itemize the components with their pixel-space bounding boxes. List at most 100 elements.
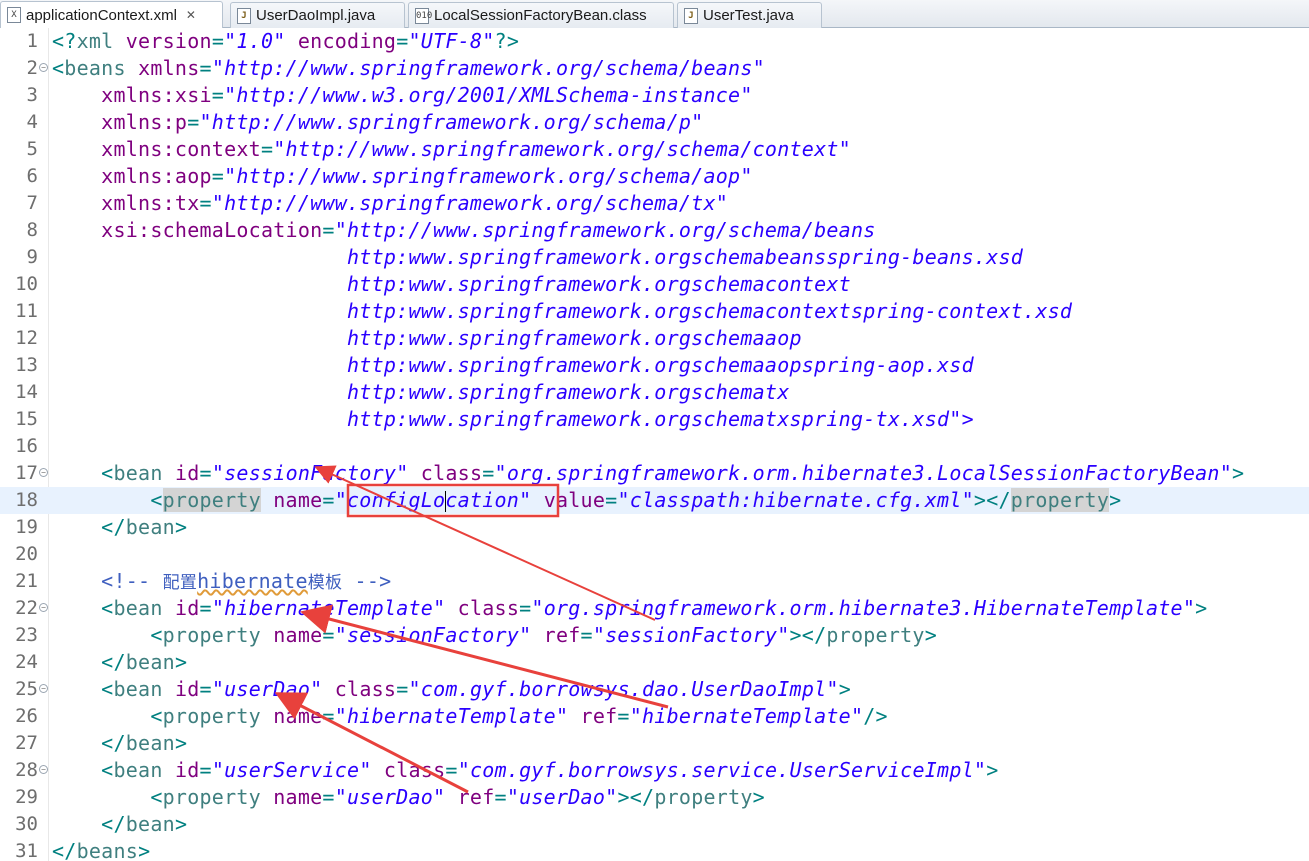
tab-localsessionfactorybean-class[interactable]: 010 LocalSessionFactoryBean.class: [408, 2, 674, 28]
code-text: <bean id="hibernateTemplate" class="org.…: [101, 596, 1208, 620]
code-line[interactable]: 27 </bean>: [0, 730, 1309, 757]
code-text: </bean>: [101, 812, 188, 836]
fold-toggle-icon[interactable]: −: [39, 684, 48, 693]
code-line[interactable]: 29 <property name="userDao" ref="userDao…: [0, 784, 1309, 811]
line-number: 1: [26, 30, 38, 52]
code-line[interactable]: 23 <property name="sessionFactory" ref="…: [0, 622, 1309, 649]
line-number: 4: [26, 111, 38, 133]
code-text: <property name="configLocation" value="c…: [150, 488, 1122, 512]
xml-file-icon: X: [7, 7, 21, 23]
line-number: 15: [15, 408, 38, 430]
code-line[interactable]: 21 <!-- 配置hibernate模板 -->: [0, 568, 1309, 595]
fold-toggle-icon[interactable]: −: [39, 603, 48, 612]
code-text: http:www.springframework.orgschematx: [346, 380, 790, 404]
line-number: 10: [15, 273, 38, 295]
code-text: xsi:schemaLocation="http://www.springfra…: [101, 218, 876, 242]
code-line[interactable]: 14 http:www.springframework.orgschematx: [0, 379, 1309, 406]
code-line[interactable]: 15 http:www.springframework.orgschematxs…: [0, 406, 1309, 433]
line-number: 20: [15, 543, 38, 565]
line-number: 17: [15, 462, 38, 484]
code-line[interactable]: 17− <bean id="sessionFactory" class="org…: [0, 460, 1309, 487]
xml-source-editor[interactable]: 1 <?xml version="1.0" encoding="UTF-8"?> 2…: [0, 28, 1309, 861]
code-text: http:www.springframework.orgschematxspri…: [346, 407, 974, 431]
line-number: 30: [15, 813, 38, 835]
line-number: 24: [15, 651, 38, 673]
code-text: http:www.springframework.orgschemaaopspr…: [346, 353, 974, 377]
line-number: 2: [26, 57, 38, 79]
code-text: xmlns:aop="http://www.springframework.or…: [101, 164, 753, 188]
java-file-icon: J: [237, 7, 251, 24]
code-line[interactable]: 8 xsi:schemaLocation="http://www.springf…: [0, 217, 1309, 244]
code-line[interactable]: 1 <?xml version="1.0" encoding="UTF-8"?>: [0, 28, 1309, 55]
java-file-icon: J: [684, 7, 698, 24]
code-text: xmlns:p="http://www.springframework.org/…: [101, 110, 704, 134]
line-number: 7: [26, 192, 38, 214]
line-number: 25: [15, 678, 38, 700]
line-number: 27: [15, 732, 38, 754]
line-number: 5: [26, 138, 38, 160]
line-number: 8: [26, 219, 38, 241]
code-text: </bean>: [101, 731, 188, 755]
close-tab-icon[interactable]: ✕: [186, 8, 196, 22]
tab-usertest-java[interactable]: J UserTest.java: [677, 2, 822, 28]
code-line[interactable]: 25− <bean id="userDao" class="com.gyf.bo…: [0, 676, 1309, 703]
code-text: <property name="hibernateTemplate" ref="…: [150, 704, 888, 728]
line-number: 29: [15, 786, 38, 808]
code-line[interactable]: 30 </bean>: [0, 811, 1309, 838]
line-number: 31: [15, 840, 38, 861]
fold-toggle-icon[interactable]: −: [39, 63, 48, 72]
code-line[interactable]: 2− <beans xmlns="http://www.springframewo…: [0, 55, 1309, 82]
code-line[interactable]: 26 <property name="hibernateTemplate" re…: [0, 703, 1309, 730]
code-text: xmlns:tx="http://www.springframework.org…: [101, 191, 729, 215]
code-line[interactable]: 9 http:www.springframework.orgschemabean…: [0, 244, 1309, 271]
code-text: <?xml version="1.0" encoding="UTF-8"?>: [52, 29, 520, 53]
code-text: http:www.springframework.orgschemaaop: [346, 326, 802, 350]
fold-toggle-icon[interactable]: −: [39, 468, 48, 477]
code-line[interactable]: 12 http:www.springframework.orgschemaaop: [0, 325, 1309, 352]
tab-label: UserDaoImpl.java: [256, 7, 376, 24]
code-line[interactable]: 28− <bean id="userService" class="com.gy…: [0, 757, 1309, 784]
line-number: 28: [15, 759, 38, 781]
code-line[interactable]: 24 </bean>: [0, 649, 1309, 676]
tab-applicationcontext-xml[interactable]: X applicationContext.xml ✕: [0, 1, 223, 28]
line-number: 3: [26, 84, 38, 106]
code-text: xmlns:context="http://www.springframewor…: [101, 137, 851, 161]
code-text: <beans xmlns="http://www.springframework…: [52, 56, 765, 80]
code-text: http:www.springframework.orgschemacontex…: [346, 299, 1073, 323]
code-line[interactable]: 13 http:www.springframework.orgschemaaop…: [0, 352, 1309, 379]
code-line[interactable]: 16: [0, 433, 1309, 460]
editor-tab-bar: X applicationContext.xml ✕ J UserDaoImpl…: [0, 0, 1309, 28]
code-line[interactable]: 4 xmlns:p="http://www.springframework.or…: [0, 109, 1309, 136]
code-line[interactable]: 22− <bean id="hibernateTemplate" class="…: [0, 595, 1309, 622]
line-number: 19: [15, 516, 38, 538]
code-line[interactable]: 18 <property name="configLocation" value…: [0, 487, 1309, 514]
line-number: 12: [15, 327, 38, 349]
tab-userdaoimpl-java[interactable]: J UserDaoImpl.java: [230, 2, 405, 28]
class-file-icon: 010: [415, 7, 432, 24]
tab-label: applicationContext.xml: [26, 6, 177, 24]
code-line[interactable]: 3 xmlns:xsi="http://www.w3.org/2001/XMLS…: [0, 82, 1309, 109]
line-number: 9: [26, 246, 38, 268]
code-line[interactable]: 31 </beans>: [0, 838, 1309, 861]
line-number: 26: [15, 705, 38, 727]
fold-toggle-icon[interactable]: −: [39, 765, 48, 774]
code-text: <property name="sessionFactory" ref="ses…: [150, 623, 938, 647]
line-number: 13: [15, 354, 38, 376]
line-number: 23: [15, 624, 38, 646]
line-number: 11: [15, 300, 38, 322]
code-line[interactable]: 7 xmlns:tx="http://www.springframework.o…: [0, 190, 1309, 217]
code-line[interactable]: 11 http:www.springframework.orgschemacon…: [0, 298, 1309, 325]
tab-label: UserTest.java: [703, 7, 794, 24]
code-text: <bean id="sessionFactory" class="org.spr…: [101, 461, 1245, 485]
code-line[interactable]: 19 </bean>: [0, 514, 1309, 541]
code-line[interactable]: 6 xmlns:aop="http://www.springframework.…: [0, 163, 1309, 190]
code-text: http:www.springframework.orgschemabeanss…: [346, 245, 1024, 269]
code-line[interactable]: 10 http:www.springframework.orgschemacon…: [0, 271, 1309, 298]
line-number: 14: [15, 381, 38, 403]
code-text: <bean id="userDao" class="com.gyf.borrow…: [101, 677, 851, 701]
code-line[interactable]: 5 xmlns:context="http://www.springframew…: [0, 136, 1309, 163]
line-number: 21: [15, 570, 38, 592]
code-text: <bean id="userService" class="com.gyf.bo…: [101, 758, 999, 782]
code-line[interactable]: 20: [0, 541, 1309, 568]
code-text: xmlns:xsi="http://www.w3.org/2001/XMLSch…: [101, 83, 753, 107]
